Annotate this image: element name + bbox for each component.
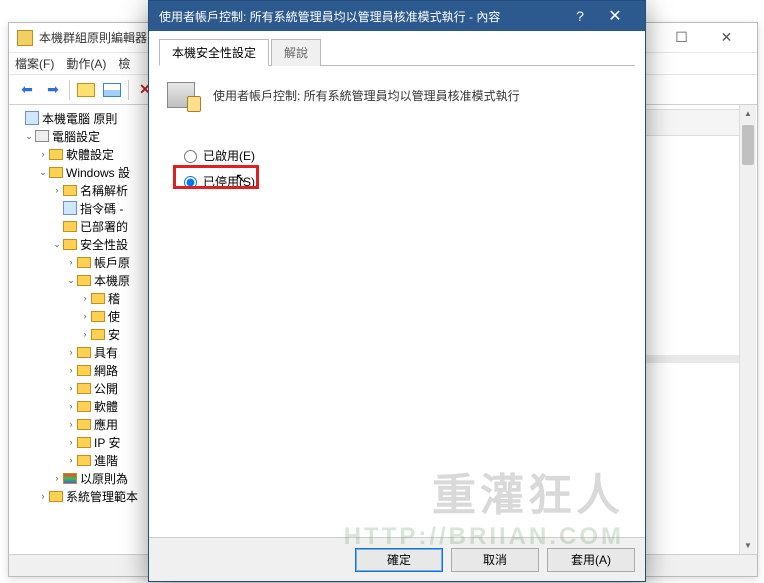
policy-icon: [167, 78, 201, 112]
tree-admin-templates[interactable]: ›系統管理範本: [9, 487, 156, 505]
tree-system-services[interactable]: ›公開: [9, 379, 156, 397]
tree-advanced-audit[interactable]: ›進階: [9, 451, 156, 469]
vertical-scrollbar[interactable]: ▲ ▼: [739, 105, 756, 554]
dialog-close-button[interactable]: ✕: [595, 6, 635, 26]
tree-pane[interactable]: 本機電腦 原則 ⌄電腦設定 ›軟體設定 ⌄Windows 設 ›名稱解析 指令碼…: [9, 105, 157, 576]
tree-ipsec[interactable]: ›IP 安: [9, 433, 156, 451]
menu-view[interactable]: 檢: [118, 55, 130, 72]
tree-restricted-groups[interactable]: ›網路: [9, 361, 156, 379]
dialog-tabs: 本機安全性設定 解說: [159, 39, 635, 66]
tree-event-log[interactable]: ›具有: [9, 343, 156, 361]
tree-name-resolution[interactable]: ›名稱解析: [9, 181, 156, 199]
tree-account-policy[interactable]: ›帳戶原: [9, 253, 156, 271]
tree-security-options[interactable]: ›安: [9, 325, 156, 343]
maximize-button[interactable]: ☐: [659, 24, 704, 52]
apply-button[interactable]: 套用(A): [547, 548, 635, 572]
radio-disabled[interactable]: 已停用(S) ↖: [179, 168, 627, 194]
scrollbar-thumb[interactable]: [742, 125, 754, 165]
tree-registry[interactable]: ›軟體: [9, 397, 156, 415]
tree-software-settings[interactable]: ›軟體設定: [9, 145, 156, 163]
tree-file-system[interactable]: ›應用: [9, 415, 156, 433]
close-button[interactable]: ✕: [704, 24, 749, 52]
radio-disabled-input[interactable]: [184, 176, 197, 189]
dialog-title: 使用者帳戶控制: 所有系統管理員均以管理員核准模式執行 - 內容: [159, 8, 565, 25]
radio-enabled[interactable]: 已啟用(E): [179, 142, 627, 168]
policy-name: 使用者帳戶控制: 所有系統管理員均以管理員核准模式執行: [213, 87, 520, 104]
radio-disabled-label: 已停用(S): [203, 173, 255, 190]
radio-enabled-input[interactable]: [184, 150, 197, 163]
up-level-icon[interactable]: [74, 78, 98, 102]
tree-policy-based-qos[interactable]: ›以原則為: [9, 469, 156, 487]
tree-root[interactable]: 本機電腦 原則: [9, 109, 156, 127]
gpedit-app-icon: [17, 30, 33, 46]
cancel-button[interactable]: 取消: [451, 548, 539, 572]
tree-local-policy[interactable]: ⌄本機原: [9, 271, 156, 289]
menu-action[interactable]: 動作(A): [66, 55, 106, 72]
tree-security-settings[interactable]: ⌄安全性設: [9, 235, 156, 253]
nav-back-icon[interactable]: [15, 78, 39, 102]
tab-security-setting[interactable]: 本機安全性設定: [159, 39, 269, 66]
tab-explain[interactable]: 解說: [271, 39, 321, 66]
tree-deployed-printers[interactable]: 已部署的: [9, 217, 156, 235]
tree-user-rights[interactable]: ›使: [9, 307, 156, 325]
radio-enabled-label: 已啟用(E): [203, 147, 255, 164]
properties-dialog: 使用者帳戶控制: 所有系統管理員均以管理員核准模式執行 - 內容 ? ✕ 本機安…: [148, 0, 646, 582]
tree-scripts[interactable]: 指令碼 -: [9, 199, 156, 217]
radio-group: 已啟用(E) 已停用(S) ↖: [179, 142, 627, 194]
dialog-help-button[interactable]: ?: [565, 8, 595, 24]
ok-button[interactable]: 確定: [355, 548, 443, 572]
tree-computer-config[interactable]: ⌄電腦設定: [9, 127, 156, 145]
tree-audit-policy[interactable]: ›稽: [9, 289, 156, 307]
properties-icon[interactable]: [100, 78, 124, 102]
tree-windows-settings[interactable]: ⌄Windows 設: [9, 163, 156, 181]
nav-forward-icon[interactable]: [41, 78, 65, 102]
dialog-button-bar: 確定 取消 套用(A): [149, 537, 645, 581]
menu-file[interactable]: 檔案(F): [15, 55, 54, 72]
dialog-titlebar[interactable]: 使用者帳戶控制: 所有系統管理員均以管理員核准模式執行 - 內容 ? ✕: [149, 1, 645, 31]
